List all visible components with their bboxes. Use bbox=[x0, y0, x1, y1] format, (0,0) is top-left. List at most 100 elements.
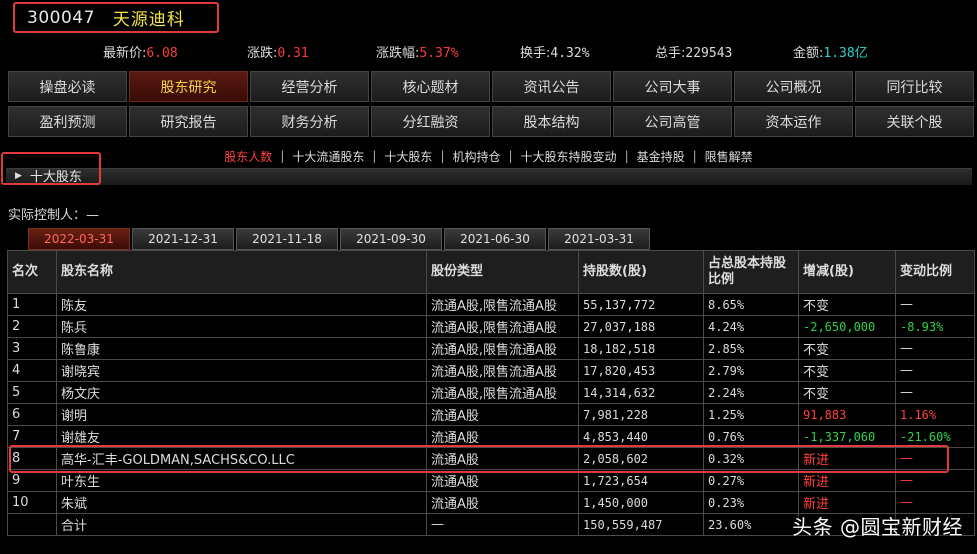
nav-item[interactable]: 公司大事 bbox=[613, 71, 732, 102]
col-header-type: 股份类型 bbox=[426, 250, 579, 294]
col-header-rank: 名次 bbox=[7, 250, 57, 294]
cell-rank: 8 bbox=[7, 447, 57, 470]
nav-item[interactable]: 资讯公告 bbox=[492, 71, 611, 102]
sub-tab-institutions[interactable]: 机构持仓 bbox=[448, 148, 504, 165]
table-row: 8 高华-汇丰-GOLDMAN,SACHS&CO.LLC 流通A股 2,058,602… bbox=[7, 447, 975, 470]
nav-row-1: 操盘必读 股东研究 经营分析 核心题材 资讯公告 公司大事 公司概况 同行比较 bbox=[8, 71, 974, 102]
cell-shares: 55,137,772 bbox=[578, 293, 704, 316]
cell-shares: 4,853,440 bbox=[578, 425, 704, 448]
section-title-text: 十大股东 bbox=[29, 170, 82, 185]
cell-change: -1,337,060 bbox=[798, 425, 896, 448]
cell-rank: 3 bbox=[7, 337, 57, 360]
tab-separator: | bbox=[508, 149, 513, 163]
cell-shares: 1,723,654 bbox=[578, 469, 704, 492]
cell-share-type: 流通A股,限售流通A股 bbox=[426, 337, 579, 360]
quote-change: 涨跌:0.31 bbox=[247, 46, 309, 61]
nav-item[interactable]: 经营分析 bbox=[250, 71, 369, 102]
sub-tab-unlock[interactable]: 限售解禁 bbox=[701, 148, 757, 165]
nav-item[interactable]: 盈利预测 bbox=[8, 106, 127, 137]
table-row: 1 陈友 流通A股,限售流通A股 55,137,772 8.65% 不变 — bbox=[7, 293, 975, 316]
nav-item[interactable]: 关联个股 bbox=[855, 106, 974, 137]
cell-holder-name[interactable]: 谢晓宾 bbox=[56, 359, 427, 382]
stock-title-box: 300047 天源迪科 bbox=[13, 2, 219, 33]
cell-ratio: 2.85% bbox=[703, 337, 799, 360]
cell-change: 不变 bbox=[798, 381, 896, 404]
cell-shares: 14,314,632 bbox=[578, 381, 704, 404]
date-tab[interactable]: 2021-06-30 bbox=[444, 228, 546, 250]
table-row: 7 谢雄友 流通A股 4,853,440 0.76% -1,337,060 -21.60% bbox=[7, 425, 975, 448]
cell-ratio: 4.24% bbox=[703, 315, 799, 338]
cell-rank: 5 bbox=[7, 381, 57, 404]
table-row: 9 叶东生 流通A股 1,723,654 0.27% 新进 — bbox=[7, 469, 975, 492]
nav-item[interactable]: 股本结构 bbox=[492, 106, 611, 137]
cell-share-type: 流通A股,限售流通A股 bbox=[426, 315, 579, 338]
date-tab[interactable]: 2021-09-30 bbox=[340, 228, 442, 250]
sub-tab-funds[interactable]: 基金持股 bbox=[633, 148, 689, 165]
nav-item[interactable]: 公司高管 bbox=[613, 106, 732, 137]
cell-rank: 9 bbox=[7, 469, 57, 492]
date-tabs: 2022-03-31 2021-12-31 2021-11-18 2021-09… bbox=[28, 228, 650, 250]
cell-ratio: 2.24% bbox=[703, 381, 799, 404]
stock-code: 300047 bbox=[27, 7, 95, 28]
nav-item-active[interactable]: 股东研究 bbox=[129, 71, 248, 102]
date-tab-active[interactable]: 2022-03-31 bbox=[28, 228, 130, 250]
cell-change-ratio: — bbox=[895, 359, 975, 382]
table-row: 2 陈兵 流通A股,限售流通A股 27,037,188 4.24% -2,650,000-… bbox=[7, 315, 975, 338]
cell-holder-name[interactable]: 谢明 bbox=[56, 403, 427, 426]
cell-holder-name[interactable]: 陈兵 bbox=[56, 315, 427, 338]
cell-shares: 17,820,453 bbox=[578, 359, 704, 382]
section-title[interactable]: ▶ 十大股东 bbox=[15, 166, 82, 185]
cell-ratio: 2.79% bbox=[703, 359, 799, 382]
cell-ratio: 8.65% bbox=[703, 293, 799, 316]
cell-share-type: 流通A股 bbox=[426, 447, 579, 470]
cell-holder-name[interactable]: 陈友 bbox=[56, 293, 427, 316]
date-tab[interactable]: 2021-03-31 bbox=[548, 228, 650, 250]
date-tab[interactable]: 2021-11-18 bbox=[236, 228, 338, 250]
nav-item[interactable]: 同行比较 bbox=[855, 71, 974, 102]
table-row: 3 陈鲁康 流通A股,限售流通A股 18,182,518 2.85% 不变 — bbox=[7, 337, 975, 360]
col-header-change: 增减(股) bbox=[798, 250, 896, 294]
cell-holder-name[interactable]: 谢雄友 bbox=[56, 425, 427, 448]
quote-latest-price: 最新价:6.08 bbox=[103, 46, 178, 61]
nav-item[interactable]: 核心题材 bbox=[371, 71, 490, 102]
cell-holder-name[interactable]: 叶东生 bbox=[56, 469, 427, 492]
sub-tab-top10-float[interactable]: 十大流通股东 bbox=[288, 148, 368, 165]
nav-item[interactable]: 操盘必读 bbox=[8, 71, 127, 102]
nav-item[interactable]: 分红融资 bbox=[371, 106, 490, 137]
cell-share-type: 流通A股,限售流通A股 bbox=[426, 359, 579, 382]
cell-holder-name[interactable]: 合计 bbox=[56, 513, 427, 536]
cell-change-ratio: — bbox=[895, 381, 975, 404]
cell-ratio: 0.23% bbox=[703, 491, 799, 514]
watermark: 头条 @圆宝新财经 bbox=[792, 515, 963, 539]
cell-ratio: 23.60% bbox=[703, 513, 799, 536]
cell-ratio: 0.76% bbox=[703, 425, 799, 448]
table-row: 6 谢明 流通A股 7,981,228 1.25% 91,883 1.16% bbox=[7, 403, 975, 426]
quote-volume: 总手:229543 bbox=[655, 46, 733, 61]
cell-rank bbox=[7, 513, 57, 536]
sub-tab-top10[interactable]: 十大股东 bbox=[380, 148, 436, 165]
nav-item[interactable]: 公司概况 bbox=[734, 71, 853, 102]
cell-holder-name[interactable]: 陈鲁康 bbox=[56, 337, 427, 360]
cell-share-type: 流通A股 bbox=[426, 425, 579, 448]
cell-change: 不变 bbox=[798, 359, 896, 382]
cell-change-ratio: -21.60% bbox=[895, 425, 975, 448]
nav-item[interactable]: 研究报告 bbox=[129, 106, 248, 137]
cell-change-ratio: — bbox=[895, 293, 975, 316]
cell-shares: 150,559,487 bbox=[578, 513, 704, 536]
cell-holder-name[interactable]: 朱斌 bbox=[56, 491, 427, 514]
cell-holder-name[interactable]: 高华-汇丰-GOLDMAN,SACHS&CO.LLC bbox=[56, 447, 427, 470]
cell-share-type: 流通A股 bbox=[426, 403, 579, 426]
nav-item[interactable]: 资本运作 bbox=[734, 106, 853, 137]
cell-share-type: 流通A股,限售流通A股 bbox=[426, 293, 579, 316]
cell-shares: 2,058,602 bbox=[578, 447, 704, 470]
cell-change: 不变 bbox=[798, 293, 896, 316]
nav-item[interactable]: 财务分析 bbox=[250, 106, 369, 137]
cell-change: 91,883 bbox=[798, 403, 896, 426]
date-tab[interactable]: 2021-12-31 bbox=[132, 228, 234, 250]
cell-change-ratio: 1.16% bbox=[895, 403, 975, 426]
cell-holder-name[interactable]: 杨文庆 bbox=[56, 381, 427, 404]
sub-tab-shareholder-count[interactable]: 股东人数 bbox=[220, 148, 276, 165]
sub-tab-top10-changes[interactable]: 十大股东持股变动 bbox=[517, 148, 621, 165]
cell-ratio: 0.32% bbox=[703, 447, 799, 470]
tab-separator: | bbox=[372, 149, 377, 163]
